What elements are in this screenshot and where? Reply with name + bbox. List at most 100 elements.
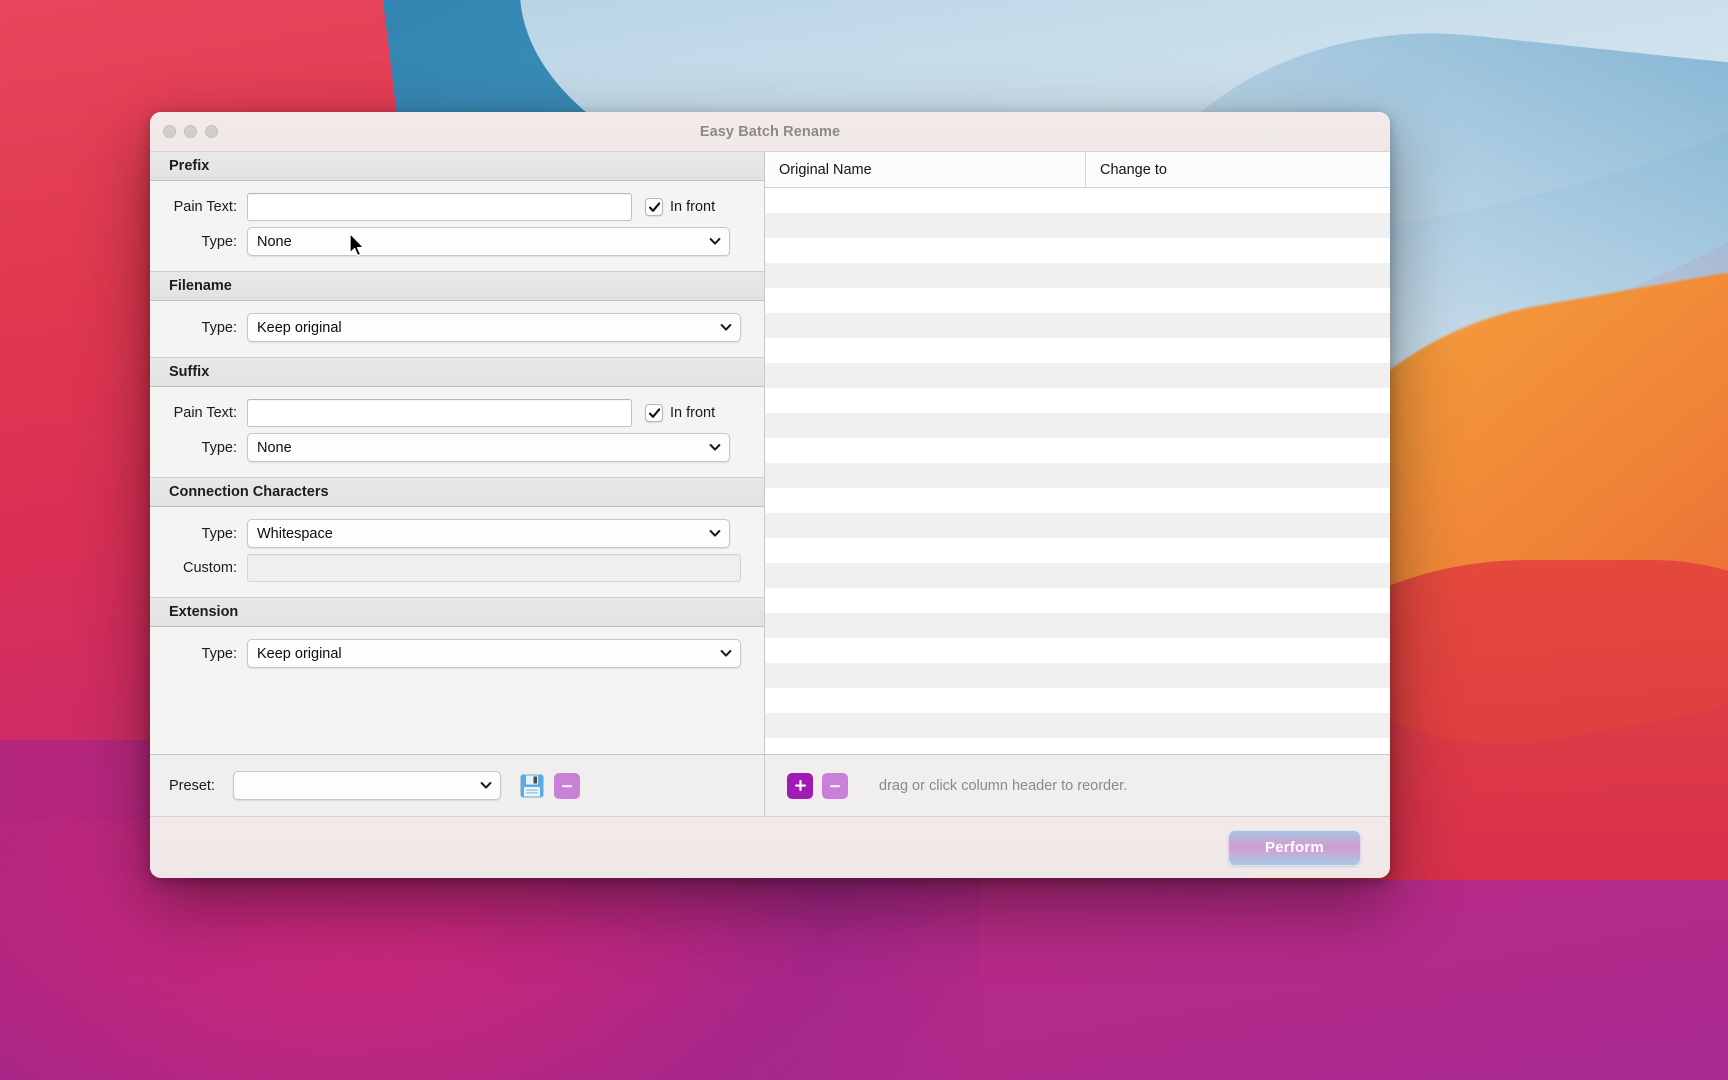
chevron-down-icon [719,647,733,661]
preset-toolbar: Preset: [150,755,765,816]
table-row[interactable] [765,388,1390,413]
prefix-in-front-checkbox-wrap[interactable]: In front [645,198,715,216]
table-row[interactable] [765,363,1390,388]
section-header-prefix: Prefix [150,152,764,181]
chevron-down-icon [708,527,722,541]
table-row[interactable] [765,613,1390,638]
extension-type-select[interactable]: Keep original [247,639,741,668]
prefix-type-row: Type: None [150,224,764,259]
chevron-down-icon [708,441,722,455]
chevron-down-icon [708,235,722,249]
window-footer: Perform [150,816,1390,878]
close-button[interactable] [163,125,176,138]
table-row[interactable] [765,413,1390,438]
check-icon [648,201,660,212]
suffix-in-front-checkbox[interactable] [645,404,663,422]
connection-custom-label: Custom: [183,560,237,576]
section-header-extension: Extension [150,597,764,627]
preset-remove-button[interactable] [553,772,580,799]
column-header-original-name[interactable]: Original Name [765,152,1085,187]
table-row[interactable] [765,438,1390,463]
section-header-connection-characters: Connection Characters [150,477,764,507]
file-list-pane: Original Name Change to [765,152,1390,754]
section-body-connection-characters: Type: Whitespace Custom: [150,507,764,597]
prefix-in-front-label: In front [670,199,716,215]
prefix-pain-text-input[interactable] [247,193,632,221]
chevron-down-icon [479,779,493,793]
suffix-in-front-checkbox-wrap[interactable]: In front [645,404,715,422]
plus-icon [794,780,806,791]
perform-button[interactable]: Perform [1228,829,1361,866]
preset-select[interactable] [232,771,501,800]
window-body: Prefix Pain Text: In front Type: None Fi… [150,152,1390,754]
settings-filler [150,683,764,754]
section-header-suffix: Suffix [150,357,764,387]
section-header-filename: Filename [150,271,764,301]
suffix-type-value: None [257,439,292,456]
floppy-disk-icon[interactable] [519,773,545,799]
table-row[interactable] [765,588,1390,613]
add-file-button[interactable] [787,772,813,799]
table-row[interactable] [765,513,1390,538]
minimize-button[interactable] [184,125,197,138]
table-row[interactable] [765,663,1390,688]
app-window: Easy Batch Rename Prefix Pain Text: In f… [150,112,1390,878]
suffix-in-front-label: In front [670,405,716,421]
table-row[interactable] [765,713,1390,738]
table-row[interactable] [765,338,1390,363]
section-body-extension: Type: Keep original [150,627,764,683]
filename-type-value: Keep original [257,319,342,336]
prefix-type-value: None [257,233,292,250]
desktop-wallpaper: Easy Batch Rename Prefix Pain Text: In f… [0,0,1728,1080]
traffic-lights [150,125,218,138]
prefix-type-select[interactable]: None [247,227,730,256]
connection-custom-input[interactable] [247,554,741,582]
check-icon [648,407,660,418]
window-title: Easy Batch Rename [699,123,841,140]
table-row[interactable] [765,238,1390,263]
filename-type-select[interactable]: Keep original [247,313,741,342]
window-titlebar: Easy Batch Rename [150,112,1390,152]
table-row[interactable] [765,188,1390,213]
suffix-type-select[interactable]: None [247,433,730,462]
table-row[interactable] [765,688,1390,713]
reorder-hint: drag or click column header to reorder. [879,777,1128,794]
prefix-pain-text-row: Pain Text: In front [150,190,764,224]
extension-type-value: Keep original [257,645,342,662]
column-header-change-to[interactable]: Change to [1085,152,1390,187]
prefix-type-label: Type: [201,233,237,250]
suffix-pain-text-input[interactable] [247,399,632,427]
section-body-filename: Type: Keep original [150,301,764,357]
table-row[interactable] [765,263,1390,288]
connection-type-select[interactable]: Whitespace [247,519,730,548]
suffix-pain-text-label: Pain Text: [173,405,237,421]
chevron-down-icon [719,321,733,335]
section-body-suffix: Pain Text: In front Type: None [150,387,764,477]
table-row[interactable] [765,538,1390,563]
zoom-button[interactable] [205,125,218,138]
table-row[interactable] [765,488,1390,513]
connection-type-row: Type: Whitespace [150,516,764,551]
suffix-pain-text-row: Pain Text: In front [150,396,764,430]
table-row[interactable] [765,288,1390,313]
suffix-type-row: Type: None [150,430,764,465]
minus-icon [830,784,840,787]
table-row[interactable] [765,563,1390,588]
table-row[interactable] [765,313,1390,338]
extension-type-row: Type: Keep original [150,636,764,671]
table-row[interactable] [765,213,1390,238]
remove-file-button[interactable] [822,772,848,799]
table-row[interactable] [765,463,1390,488]
prefix-pain-text-label: Pain Text: [173,199,237,215]
bottom-toolbars: Preset: drag or click column header to r… [150,754,1390,816]
connection-custom-row: Custom: [150,551,764,585]
prefix-in-front-checkbox[interactable] [645,198,663,216]
preset-label: Preset: [169,777,215,794]
settings-pane: Prefix Pain Text: In front Type: None Fi… [150,152,765,754]
filename-type-label: Type: [201,319,237,336]
filename-type-row: Type: Keep original [150,310,764,345]
file-list-header: Original Name Change to [765,152,1390,188]
file-list-rows[interactable] [765,188,1390,754]
suffix-type-label: Type: [201,439,237,456]
table-row[interactable] [765,638,1390,663]
